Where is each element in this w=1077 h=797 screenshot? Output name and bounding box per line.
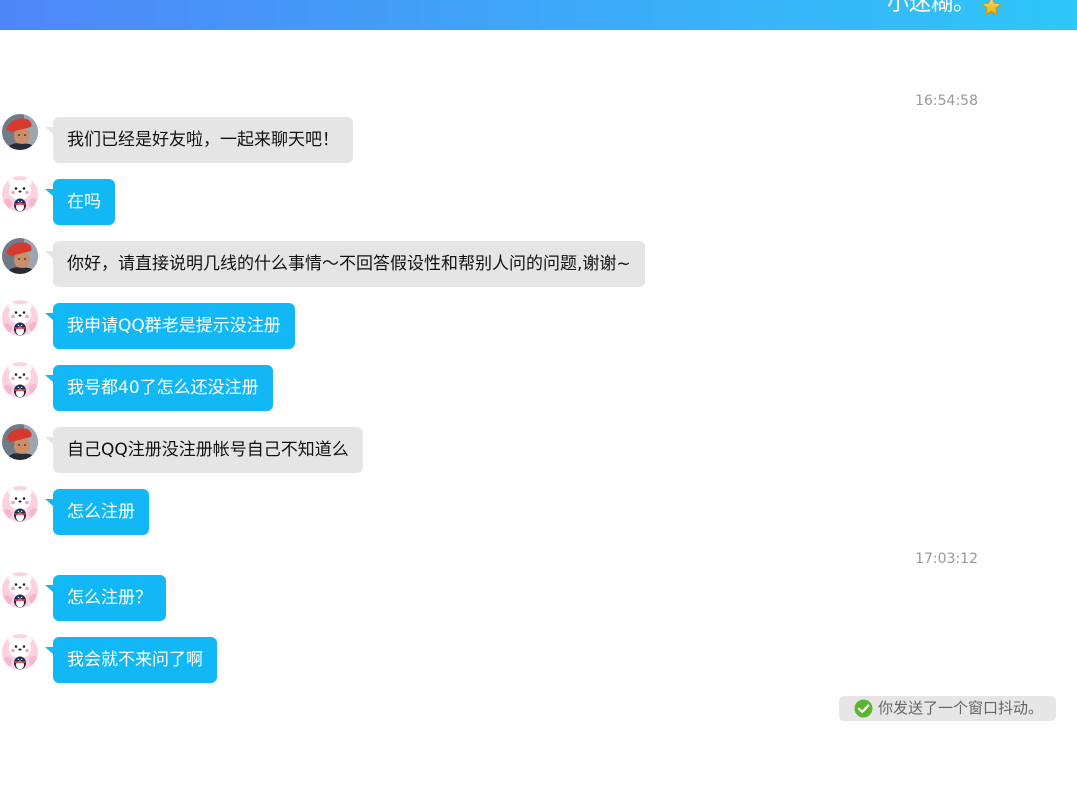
chat-header: 小迷糊。 <box>0 0 1077 30</box>
window-shake-notice: 你发送了一个窗口抖动。 <box>838 696 1056 721</box>
contact-photo-avatar-icon <box>2 114 38 150</box>
message-row: 怎么注册 <box>0 486 1077 536</box>
contact-photo-avatar-icon[interactable] <box>2 114 38 150</box>
message-list[interactable]: 16:54:58 我们已经是好友啦，一起来聊天吧！ 在吗 你好，请直接说明几线的… <box>0 30 1077 797</box>
penguin-avatar-icon[interactable] <box>2 634 38 670</box>
message-row: 我申请QQ群老是提示没注册 <box>0 300 1077 350</box>
message-row: 我们已经是好友啦，一起来聊天吧！ <box>0 114 1077 164</box>
message-bubble[interactable]: 我号都40了怎么还没注册 <box>45 365 273 411</box>
message-bubble[interactable]: 怎么注册 <box>45 489 149 535</box>
penguin-avatar-icon <box>2 176 38 212</box>
message-bubble[interactable]: 自己QQ注册没注册帐号自己不知道么 <box>45 427 363 473</box>
timestamp: 16:54:58 <box>915 93 978 109</box>
message-row: 自己QQ注册没注册帐号自己不知道么 <box>0 424 1077 474</box>
penguin-avatar-icon <box>2 362 38 398</box>
contact-photo-avatar-icon <box>2 238 38 274</box>
message-bubble[interactable]: 我会就不来问了啊 <box>45 637 217 683</box>
message-bubble[interactable]: 你好，请直接说明几线的什么事情～不回答假设性和帮别人问的问题,谢谢~ <box>45 241 645 287</box>
contact-photo-avatar-icon[interactable] <box>2 238 38 274</box>
check-circle-icon <box>854 699 873 718</box>
message-bubble[interactable]: 我申请QQ群老是提示没注册 <box>45 303 295 349</box>
penguin-avatar-icon[interactable] <box>2 300 38 336</box>
penguin-avatar-icon[interactable] <box>2 572 38 608</box>
notice-text: 你发送了一个窗口抖动。 <box>877 699 1043 717</box>
message-row: 我会就不来问了啊 <box>0 634 1077 684</box>
message-row: 在吗 <box>0 176 1077 226</box>
penguin-avatar-icon <box>2 634 38 670</box>
contact-photo-avatar-icon[interactable] <box>2 424 38 460</box>
message-bubble[interactable]: 我们已经是好友啦，一起来聊天吧！ <box>45 117 353 163</box>
penguin-avatar-icon <box>2 486 38 522</box>
penguin-avatar-icon[interactable] <box>2 486 38 522</box>
message-row: 我号都40了怎么还没注册 <box>0 362 1077 412</box>
message-row: 怎么注册？ <box>0 572 1077 622</box>
message-row: 你好，请直接说明几线的什么事情～不回答假设性和帮别人问的问题,谢谢~ <box>0 238 1077 288</box>
timestamp: 17:03:12 <box>915 551 978 567</box>
chat-title[interactable]: 小迷糊。 <box>887 0 975 18</box>
contact-photo-avatar-icon <box>2 424 38 460</box>
penguin-avatar-icon <box>2 572 38 608</box>
penguin-avatar-icon[interactable] <box>2 362 38 398</box>
penguin-avatar-icon[interactable] <box>2 176 38 212</box>
gold-star-icon <box>981 0 1002 16</box>
penguin-avatar-icon <box>2 300 38 336</box>
message-bubble[interactable]: 怎么注册？ <box>45 575 166 621</box>
message-bubble[interactable]: 在吗 <box>45 179 115 225</box>
